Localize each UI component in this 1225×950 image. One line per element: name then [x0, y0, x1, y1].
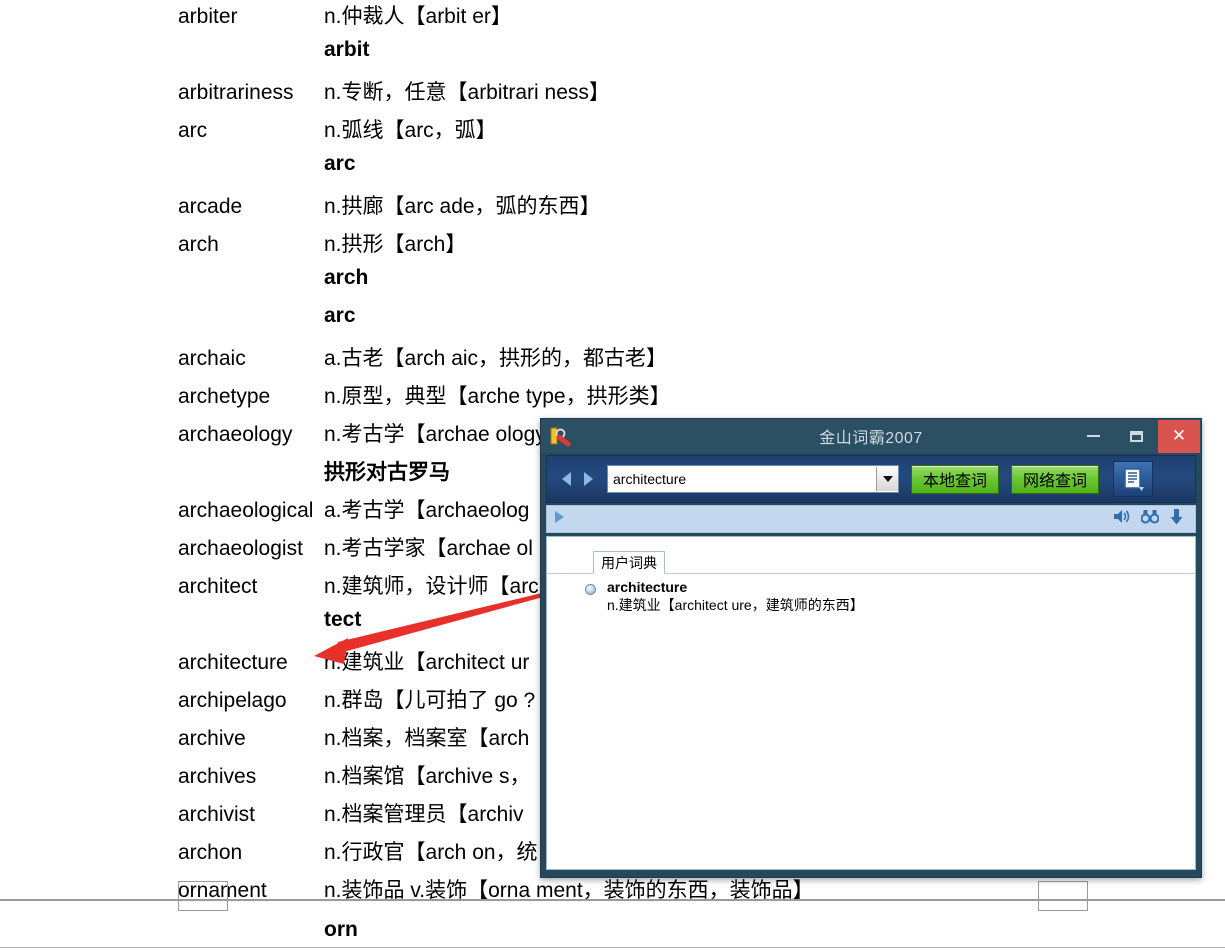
word-entry-term: archaic [178, 347, 246, 370]
word-entry-term: architecture [178, 651, 288, 674]
word-entry-row: arcade n.拱廊【arc ade，弧的东西】 [178, 190, 1078, 228]
dictionary-tabstrip: 用户词典 [547, 551, 1195, 574]
word-entry-definition: n.档案管理员【archiv [324, 803, 524, 826]
word-entry-definition: arc [324, 304, 356, 327]
local-lookup-button[interactable]: 本地查词 [911, 464, 1000, 494]
word-entry-definition: a.考古学【archaeolog [324, 499, 530, 522]
expand-panel-button[interactable] [553, 510, 565, 529]
margin-mark-left [178, 881, 228, 911]
arrow-down-icon [1170, 508, 1183, 524]
word-entry-definition: n.原型，典型【arche type，拱形类】 [324, 385, 671, 408]
word-entry-definition: arbit [324, 38, 370, 61]
entry-definition: n.建筑业【architect ure，建筑师的东西】 [607, 597, 864, 613]
word-entry-row: arbitrariness n.专断，任意【arbitrari ness】 [178, 76, 1078, 114]
word-entry-definition: n.档案馆【archive s， [324, 765, 531, 788]
word-entry-definition: n.拱廊【arc ade，弧的东西】 [324, 195, 601, 218]
word-entry-row: arbit [178, 38, 1078, 76]
word-entry-definition: n.建筑业【architect ur [324, 651, 530, 674]
search-combobox[interactable]: architecture [607, 465, 899, 493]
word-entry-definition: a.古老【arch aic，拱形的，都古老】 [324, 347, 668, 370]
word-entry-term: arc [178, 119, 208, 142]
word-entry-term: arch [178, 233, 219, 256]
word-entry-term: archaeological [178, 499, 314, 522]
word-entry-definition: n.行政官【arch on，统 [324, 841, 538, 864]
footer-word: orn [324, 918, 358, 941]
word-entry-definition: n.考古学家【archae ol [324, 537, 533, 560]
dictionary-window[interactable]: 金山词霸2007 ✕ architecture 本地查词 网络查词 用户词典 a… [540, 418, 1202, 878]
word-entry-term: arbitrariness [178, 81, 294, 104]
word-entry-term: archetype [178, 385, 271, 408]
word-entry-row: arch [178, 266, 1078, 304]
footer-line [0, 947, 1225, 948]
document-icon [1124, 468, 1145, 491]
word-entry-row: arbiter n.仲裁人【arbit er】 [178, 0, 1078, 38]
tab-user-dictionary[interactable]: 用户词典 [593, 551, 665, 574]
window-titlebar[interactable]: 金山词霸2007 ✕ [541, 419, 1201, 453]
speaker-button[interactable] [1113, 509, 1130, 529]
word-entry-definition: n.专断，任意【arbitrari ness】 [324, 81, 610, 104]
word-entry-term: archives [178, 765, 257, 788]
document-view-button[interactable] [1113, 461, 1154, 497]
word-entry-term: arbiter [178, 5, 238, 28]
close-button[interactable]: ✕ [1158, 419, 1200, 453]
word-entry-row: ornament n.装饰品 v.装饰【orna ment，装饰的东西，装饰品】 [178, 874, 1078, 912]
word-entry-row: arc n.弧线【arc，弧】 [178, 114, 1078, 152]
word-entry-row: arc [178, 304, 1078, 342]
word-entry-term: arcade [178, 195, 243, 218]
binoculars-icon [1140, 510, 1160, 524]
word-entry-definition: n.仲裁人【arbit er】 [324, 5, 512, 28]
download-button[interactable] [1170, 508, 1183, 530]
minimize-icon [1086, 435, 1100, 437]
word-entry-definition: 拱形对古罗马 [324, 461, 450, 484]
subbar-icon-group [1113, 508, 1189, 530]
word-entry-row: arch n.拱形【arch】 [178, 228, 1078, 266]
word-entry-row: arc [178, 152, 1078, 190]
dictionary-content-panel: 用户词典 architecture n.建筑业【architect ure，建筑… [546, 536, 1196, 870]
word-entry-term: archipelago [178, 689, 287, 712]
maximize-icon [1129, 430, 1143, 442]
word-entry-definition: n.弧线【arc，弧】 [324, 119, 497, 142]
entry-bullet-icon [585, 584, 596, 595]
search-dropdown-button[interactable] [876, 467, 898, 491]
dictionary-entry: architecture n.建筑业【architect ure，建筑师的东西】 [585, 579, 1185, 614]
word-entry-term: archive [178, 727, 246, 750]
word-entry-term: archivist [178, 803, 256, 826]
arrow-left-icon [561, 472, 571, 486]
margin-mark-right [1038, 881, 1088, 911]
word-entry-definition: tect [324, 608, 362, 631]
word-entry-term: archaeology [178, 423, 293, 446]
chevron-down-icon [882, 476, 893, 482]
network-lookup-button[interactable]: 网络查词 [1011, 464, 1100, 494]
arrow-right-icon [583, 472, 593, 486]
word-entry-term: archaeologist [178, 537, 303, 560]
search-input[interactable]: architecture [608, 471, 876, 487]
search-in-page-button[interactable] [1140, 509, 1160, 529]
word-entry-term: architect [178, 575, 258, 598]
word-entry-term: archon [178, 841, 243, 864]
word-entry-definition: n.建筑师，设计师【arc [324, 575, 539, 598]
dictionary-toolbar: architecture 本地查词 网络查词 [546, 455, 1196, 503]
word-entry-definition: n.拱形【arch】 [324, 233, 467, 256]
word-entry-definition: arc [324, 152, 356, 175]
word-entry-row: archaic a.古老【arch aic，拱形的，都古老】 [178, 342, 1078, 380]
maximize-button[interactable] [1115, 421, 1157, 451]
entry-word: architecture [607, 579, 688, 595]
minimize-button[interactable] [1072, 421, 1114, 451]
dictionary-subbar [546, 505, 1196, 533]
word-entry-definition: n.档案，档案室【arch [324, 727, 530, 750]
speaker-icon [1114, 510, 1130, 523]
back-button[interactable] [555, 466, 577, 492]
word-entry-row: archetype n.原型，典型【arche type，拱形类】 [178, 380, 1078, 418]
word-entry-definition: arch [324, 266, 369, 289]
triangle-right-icon [555, 510, 564, 523]
forward-button[interactable] [577, 466, 599, 492]
word-entry-definition: n.群岛【儿可拍了 go ? [324, 689, 536, 712]
